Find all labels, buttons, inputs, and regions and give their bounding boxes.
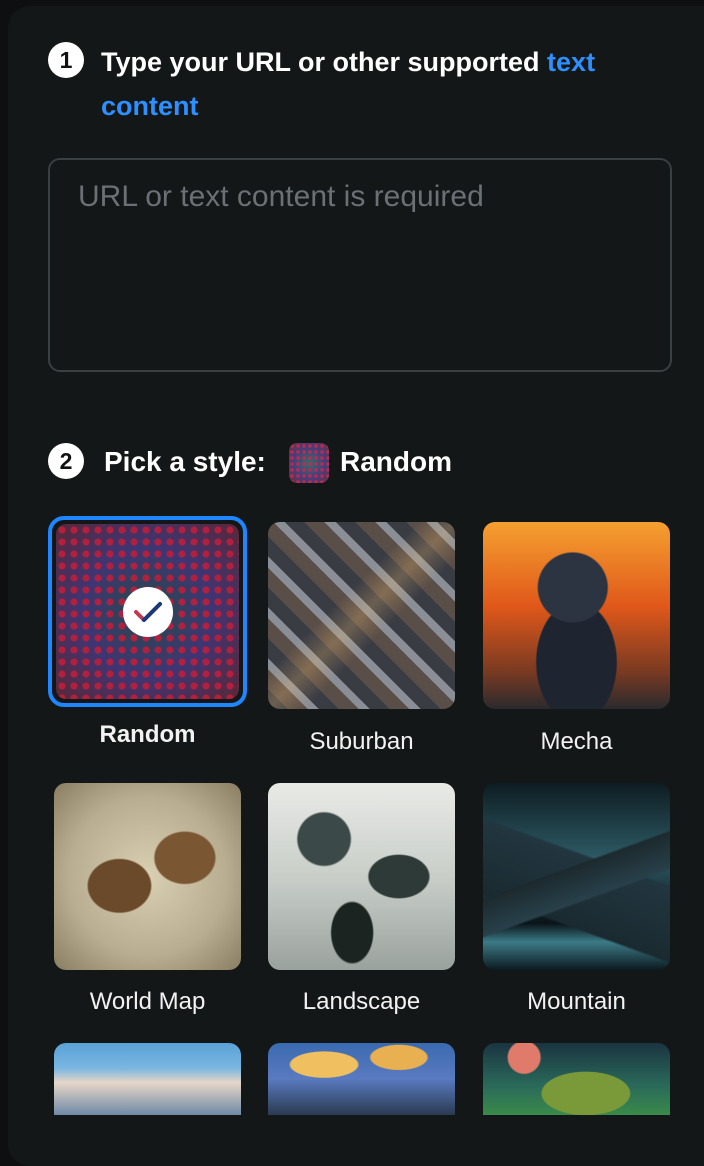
style-label-mecha: Mecha [540,728,613,755]
style-label-world-map: World Map [89,988,206,1015]
selected-style-thumbnail [289,443,329,483]
style-label-mountain: Mountain [527,988,626,1015]
style-tile-creature[interactable] [483,1043,670,1115]
style-tile-sky-landscape[interactable] [268,1043,455,1115]
url-input[interactable] [50,160,670,370]
pick-style-label: Pick a style: [104,446,266,477]
check-icon [122,586,173,637]
step-2-badge: 2 [48,443,84,479]
style-tile-landscape[interactable] [268,783,455,970]
style-tile-suburban[interactable] [268,522,455,709]
style-label-landscape: Landscape [302,988,421,1015]
style-label-suburban: Suburban [309,728,414,755]
style-tile-world-map[interactable] [54,783,241,970]
step-1-badge: 1 [48,42,84,78]
step-number: 2 [48,443,84,479]
selected-style-name: Random [340,446,452,477]
style-tile-random[interactable] [48,516,247,707]
style-tile-snow-peaks[interactable] [54,1043,241,1115]
step-1-text: Type your URL or other supported [101,47,540,77]
style-label-random: Random [99,721,196,748]
step-number: 1 [48,42,84,78]
style-tile-mecha[interactable] [483,522,670,709]
url-input-container [48,158,672,372]
step-1-heading: Type your URL or other supported text co… [101,40,661,128]
style-tile-mountain[interactable] [483,783,670,970]
random-style-image [56,524,239,699]
